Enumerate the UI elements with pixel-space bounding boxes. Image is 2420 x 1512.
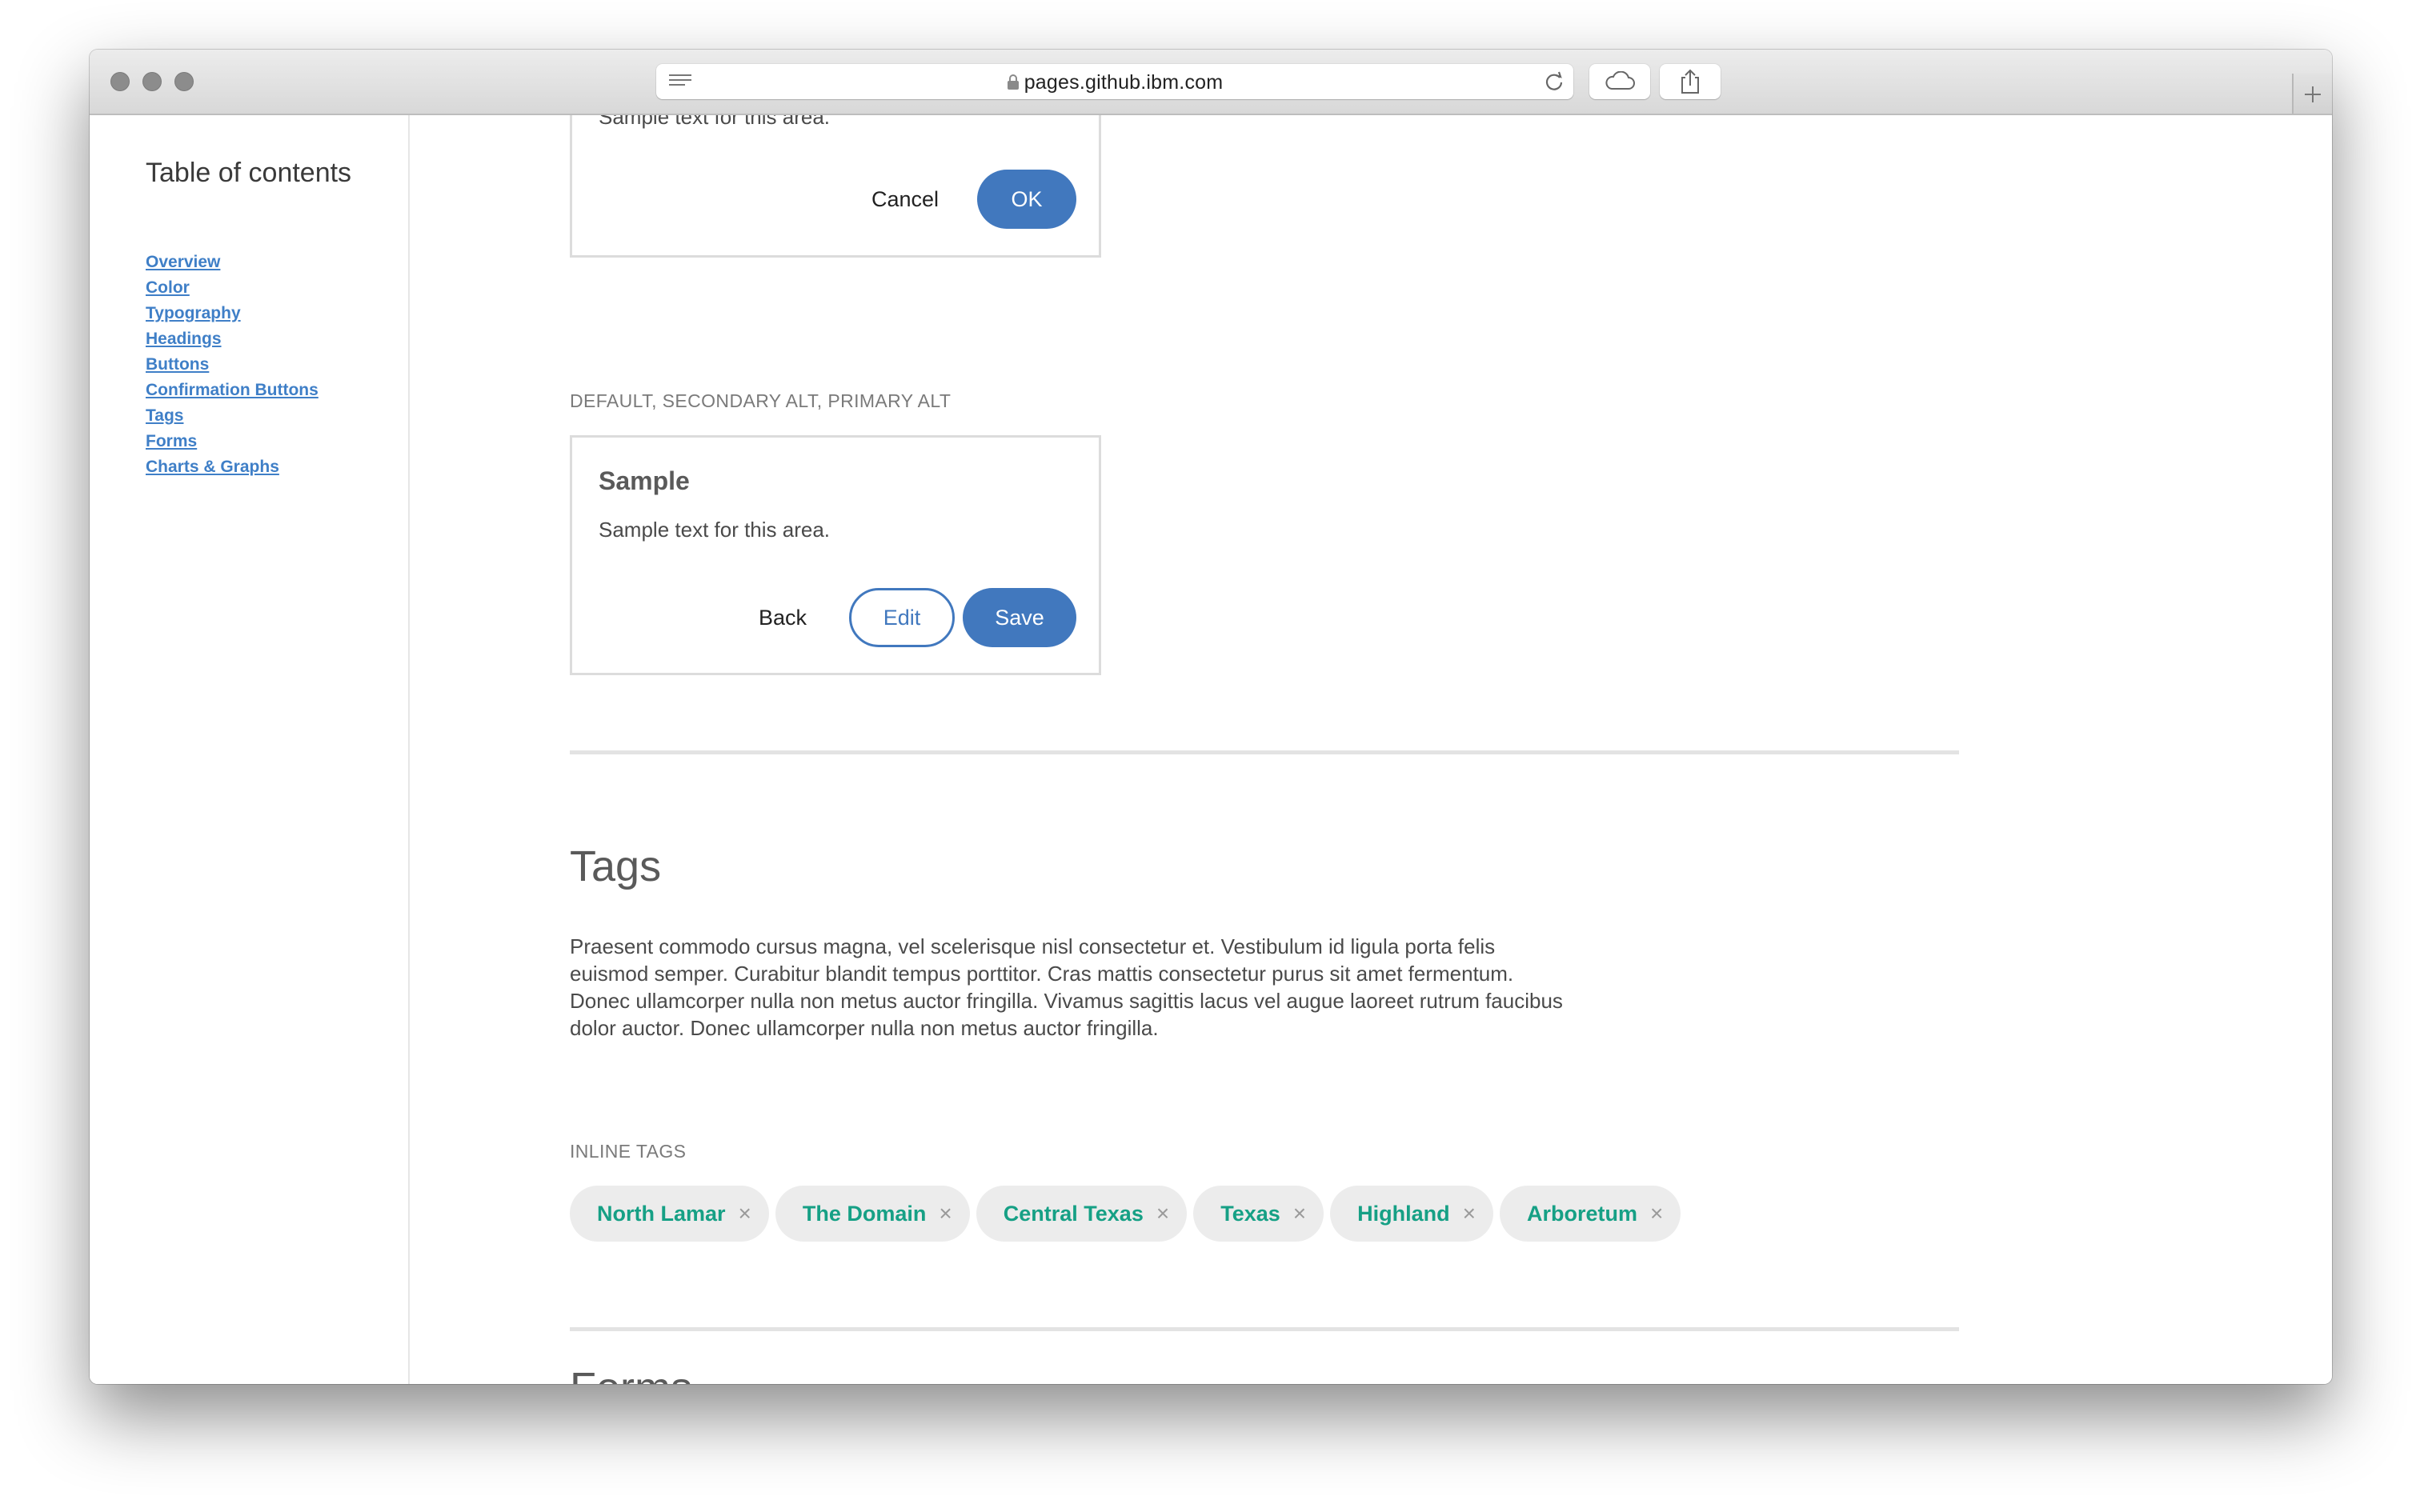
inline-tags-label: INLINE TAGS [570, 1141, 687, 1162]
tag-label: Texas [1220, 1201, 1280, 1226]
url-label: pages.github.ibm.com [1024, 71, 1224, 94]
inline-tags: North Lamar × The Domain × Central Texas… [570, 1186, 1681, 1242]
toc-link-typography[interactable]: Typography [146, 304, 241, 322]
toc-link-headings[interactable]: Headings [146, 330, 222, 348]
toc-link-buttons[interactable]: Buttons [146, 355, 209, 374]
address-bar[interactable]: pages.github.ibm.com [656, 64, 1573, 99]
close-window-button[interactable] [110, 72, 130, 91]
lock-icon [1007, 74, 1019, 90]
section-divider [570, 1327, 1959, 1331]
plus-icon [2305, 86, 2321, 102]
tags-description: Praesent commodo cursus magna, vel scele… [570, 934, 1563, 1040]
edit-button[interactable]: Edit [849, 588, 955, 647]
close-icon[interactable]: × [1463, 1202, 1476, 1225]
tag-label: The Domain [802, 1201, 927, 1226]
card-title: Sample [599, 466, 690, 495]
table-of-contents: Table of contents Overview Color Typogra… [90, 115, 410, 1384]
toc-link-tags[interactable]: Tags [146, 406, 183, 425]
reload-icon[interactable] [1543, 70, 1565, 93]
section-title-forms: Forms [570, 1363, 692, 1384]
share-icon [1681, 69, 1699, 94]
tag[interactable]: Highland × [1330, 1186, 1493, 1242]
section-title-tags: Tags [570, 842, 662, 890]
toc-link-color[interactable]: Color [146, 278, 190, 297]
tag-label: Highland [1357, 1201, 1450, 1226]
tag[interactable]: Texas × [1193, 1186, 1324, 1242]
close-icon[interactable]: × [1650, 1202, 1663, 1225]
icloud-tabs-button[interactable] [1589, 64, 1650, 99]
toc-list: Overview Color Typography Headings Butto… [146, 253, 319, 483]
save-button[interactable]: Save [963, 588, 1076, 647]
tag[interactable]: Arboretum × [1499, 1186, 1681, 1242]
browser-window: pages.github.ibm.com Table of contents O… [90, 50, 2332, 1384]
toc-title: Table of contents [146, 158, 352, 188]
cancel-button[interactable]: Cancel [854, 170, 956, 229]
toc-link-forms[interactable]: Forms [146, 432, 197, 450]
page-content: Table of contents Overview Color Typogra… [90, 115, 2332, 1384]
close-icon[interactable]: × [1156, 1202, 1169, 1225]
share-button[interactable] [1660, 64, 1721, 99]
minimize-window-button[interactable] [142, 72, 162, 91]
new-tab-button[interactable] [2292, 74, 2332, 114]
card-text: Sample text for this area. [599, 115, 831, 129]
tag[interactable]: The Domain × [775, 1186, 970, 1242]
tag[interactable]: Central Texas × [976, 1186, 1188, 1242]
screen: pages.github.ibm.com Table of contents O… [0, 0, 2420, 1512]
toc-link-charts-graphs[interactable]: Charts & Graphs [146, 458, 279, 476]
section-label: DEFAULT, SECONDARY ALT, PRIMARY ALT [570, 390, 952, 411]
main-content: Sample text for this area. Cancel OK DEF… [570, 115, 2010, 1384]
url-text[interactable]: pages.github.ibm.com [656, 71, 1573, 94]
tag-label: Central Texas [1003, 1201, 1144, 1226]
ok-button[interactable]: OK [977, 170, 1076, 229]
tag-label: Arboretum [1526, 1201, 1637, 1226]
browser-toolbar: pages.github.ibm.com [90, 50, 2332, 115]
back-button[interactable]: Back [729, 588, 836, 647]
close-icon[interactable]: × [939, 1202, 952, 1225]
confirmation-card-1: Sample text for this area. Cancel OK [570, 115, 1101, 258]
tag-label: North Lamar [597, 1201, 726, 1226]
cloud-icon [1605, 71, 1635, 90]
zoom-window-button[interactable] [174, 72, 194, 91]
close-icon[interactable]: × [739, 1202, 751, 1225]
close-icon[interactable]: × [1293, 1202, 1306, 1225]
toc-link-confirmation-buttons[interactable]: Confirmation Buttons [146, 381, 319, 399]
tag[interactable]: North Lamar × [570, 1186, 769, 1242]
card-text: Sample text for this area. [599, 518, 831, 542]
confirmation-card-2: Sample Sample text for this area. Back E… [570, 435, 1101, 675]
section-divider [570, 750, 1959, 754]
toc-link-overview[interactable]: Overview [146, 253, 220, 271]
